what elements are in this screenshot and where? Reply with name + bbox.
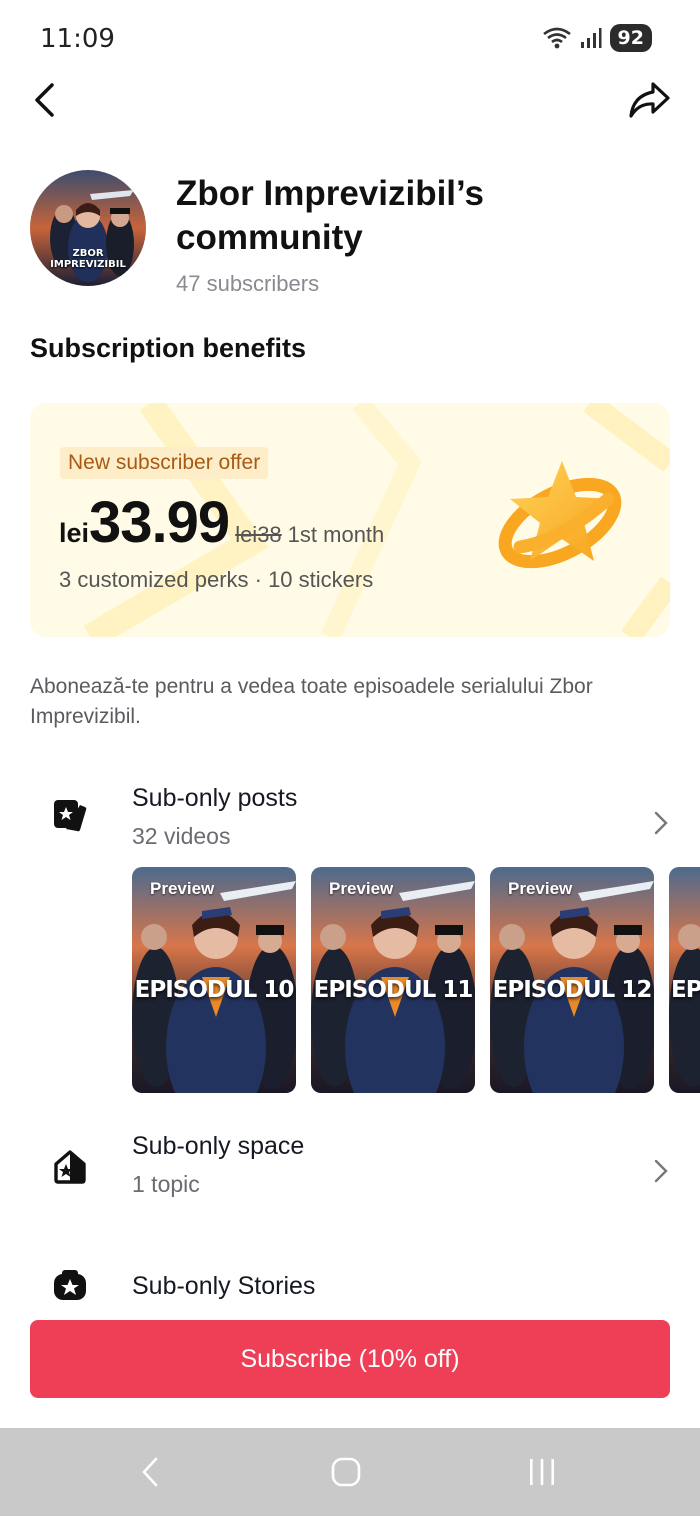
episode-title: EPISODUL 10 bbox=[134, 977, 295, 1003]
price-currency: lei bbox=[59, 518, 90, 548]
benefit-subtitle: 1 topic bbox=[132, 1171, 200, 1197]
back-nav-icon bbox=[142, 1457, 158, 1487]
avatar-logo-text: ZBOR IMPREVIZIBIL bbox=[50, 248, 126, 270]
benefit-title: Sub-only posts bbox=[132, 784, 298, 812]
system-home-button[interactable] bbox=[306, 1428, 386, 1516]
section-title: Subscription benefits bbox=[30, 333, 307, 363]
system-navigation-bar bbox=[0, 1428, 700, 1516]
wifi-icon bbox=[542, 27, 571, 49]
episode-title: EPISODUL 11 bbox=[313, 977, 474, 1003]
subscribe-button[interactable]: Subscribe (10% off) bbox=[30, 1320, 670, 1398]
chevron-right-icon bbox=[654, 1159, 668, 1183]
battery-indicator: 92 bbox=[609, 24, 652, 52]
subscriber-count: 47 subscribers bbox=[176, 271, 320, 296]
recents-nav-icon bbox=[530, 1459, 554, 1485]
preview-thumbnail[interactable]: Preview EPISODUL 10 bbox=[132, 867, 296, 1093]
status-icons: 92 bbox=[542, 24, 652, 52]
preview-thumbnail[interactable]: Preview EPISODUL 11 bbox=[311, 867, 475, 1093]
episode-title: EPISODUL 13 bbox=[671, 977, 700, 1003]
benefit-title: Sub-only space bbox=[132, 1132, 305, 1160]
benefit-sub-only-posts[interactable]: Sub-only posts 32 videos bbox=[0, 780, 700, 860]
back-button[interactable] bbox=[24, 80, 64, 120]
price-amount: 33.99 bbox=[89, 490, 230, 555]
home-star-icon bbox=[54, 1150, 86, 1184]
benefit-sub-only-space[interactable]: Sub-only space 1 topic bbox=[0, 1128, 700, 1208]
community-avatar: ZBOR IMPREVIZIBIL bbox=[30, 170, 146, 286]
chevron-left-icon bbox=[35, 83, 54, 117]
system-back-button[interactable] bbox=[110, 1428, 190, 1516]
offer-perks: 3 customized perks · 10 stickers bbox=[59, 567, 374, 592]
benefit-title: Sub-only Stories bbox=[132, 1272, 316, 1300]
preview-label: Preview bbox=[508, 879, 573, 898]
share-arrow-icon bbox=[629, 82, 670, 118]
episode-title: EPISODUL 12 bbox=[492, 977, 653, 1003]
preview-thumbnail[interactable]: Preview EPISODUL 12 bbox=[490, 867, 654, 1093]
old-price: lei38 bbox=[235, 522, 282, 547]
star-orbit-icon bbox=[498, 461, 622, 569]
status-bar: 11:09 92 bbox=[0, 0, 700, 76]
system-recents-button[interactable] bbox=[502, 1428, 582, 1516]
camera-star-icon bbox=[54, 1270, 86, 1300]
share-button[interactable] bbox=[626, 78, 672, 122]
status-time: 11:09 bbox=[40, 24, 115, 54]
chevron-right-icon bbox=[654, 811, 668, 835]
preview-thumbnail[interactable]: EPISODUL 13 bbox=[669, 867, 700, 1093]
price-period: 1st month bbox=[287, 522, 385, 547]
price-row: lei 33.99 lei38 1st month bbox=[59, 489, 384, 556]
preview-label: Preview bbox=[150, 879, 215, 898]
preview-label: Preview bbox=[329, 879, 394, 898]
benefit-subtitle: 32 videos bbox=[132, 823, 231, 849]
new-subscriber-badge: New subscriber offer bbox=[60, 447, 269, 479]
community-title: Zbor Imprevizibil’s community bbox=[176, 174, 484, 257]
offer-card[interactable]: New subscriber offer lei 33.99 lei38 1st… bbox=[30, 403, 670, 637]
preview-strip: Preview EPISODUL 10 Preview EPISODUL 11 bbox=[132, 867, 700, 1093]
community-description: Abonează-te pentru a vedea toate episoad… bbox=[30, 675, 593, 728]
posts-star-icon bbox=[54, 800, 87, 832]
home-nav-icon bbox=[331, 1457, 361, 1487]
signal-icon bbox=[580, 28, 602, 48]
